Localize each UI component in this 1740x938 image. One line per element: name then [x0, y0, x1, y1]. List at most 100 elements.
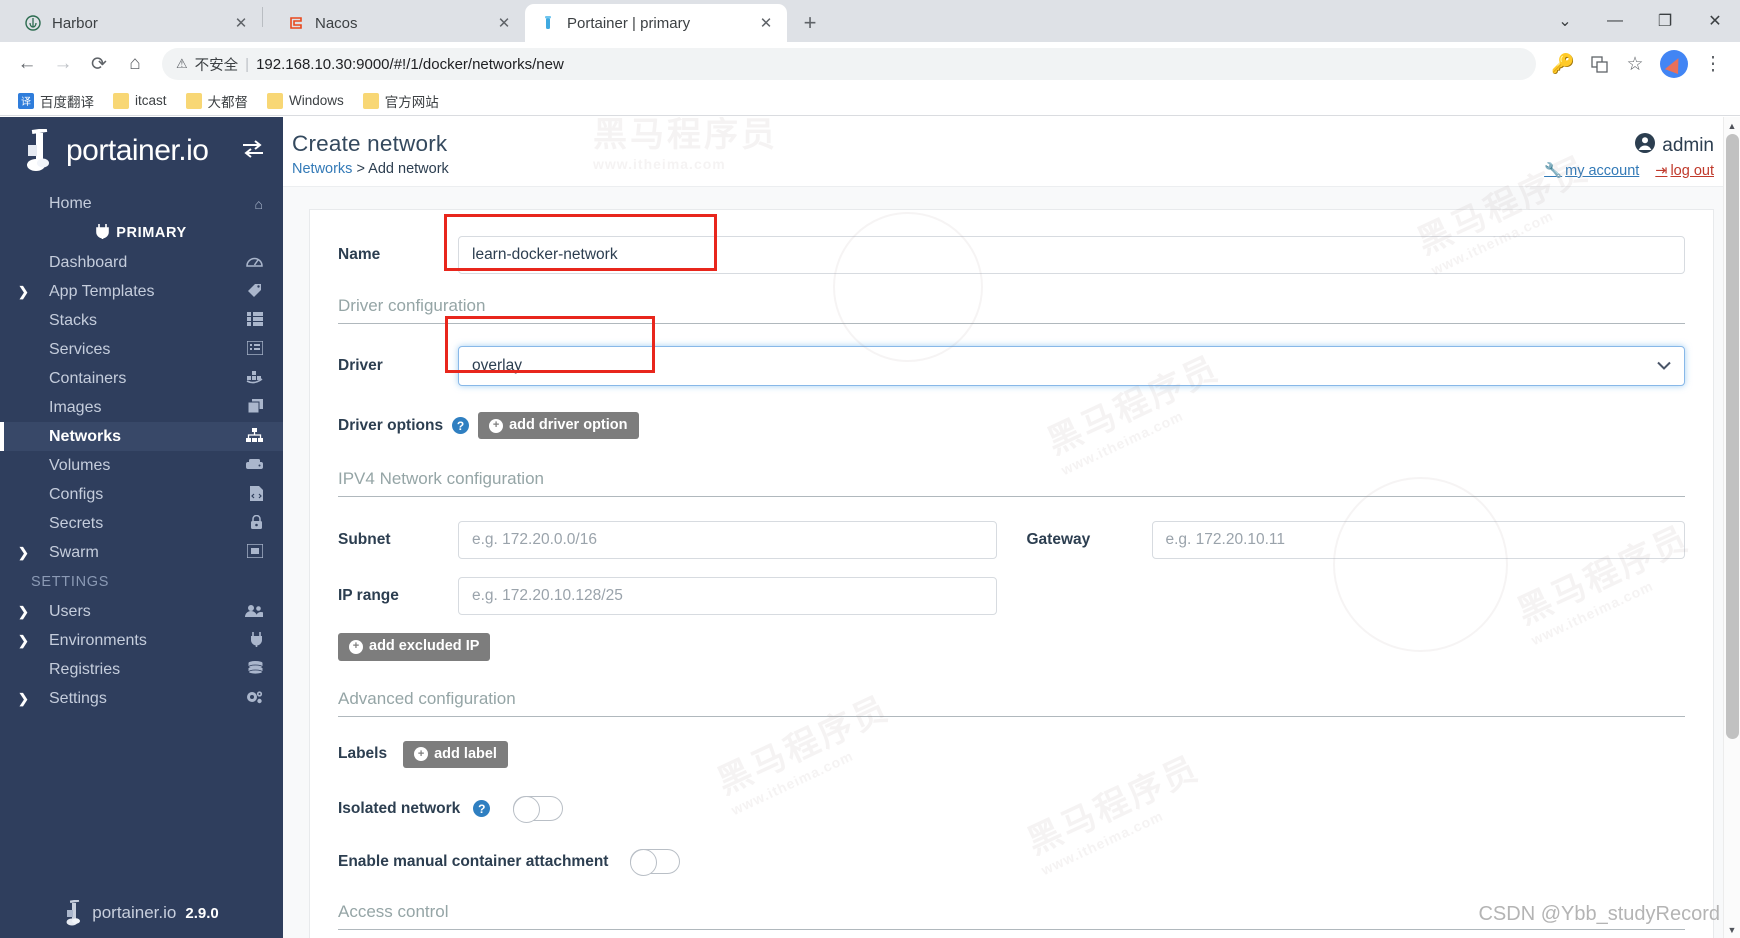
driver-select-wrapper: overlay — [458, 346, 1685, 386]
help-icon[interactable]: ? — [473, 800, 491, 818]
translate-icon[interactable] — [1582, 47, 1616, 81]
sidebar-item-settings[interactable]: ❯ Settings — [0, 684, 283, 713]
driver-label: Driver — [338, 357, 383, 374]
add-label-button[interactable]: + add label — [403, 740, 508, 769]
isolated-network-toggle[interactable] — [513, 796, 564, 824]
sidebar-item-swarm[interactable]: ❯ Swarm — [0, 538, 283, 567]
driver-options-row: Driver options ? + add driver option — [338, 412, 1685, 440]
network-name-input[interactable] — [458, 236, 1685, 274]
bookmark-label: itcast — [135, 93, 167, 108]
profile-avatar[interactable] — [1660, 50, 1688, 78]
toggle-knob — [513, 796, 541, 824]
browser-menu-icon[interactable]: ⋮ — [1696, 47, 1730, 81]
bookmark-star-icon[interactable]: ☆ — [1618, 47, 1652, 81]
subnet-control — [458, 521, 997, 560]
ip-range-control — [458, 577, 997, 616]
gateway-input[interactable] — [1151, 521, 1685, 560]
sidebar-item-label: Settings — [49, 689, 107, 707]
sidebar-item-services[interactable]: Services — [0, 335, 283, 364]
sidebar-item-networks[interactable]: Networks — [0, 422, 283, 451]
add-driver-option-button[interactable]: + add driver option — [478, 412, 639, 440]
close-window-button[interactable]: ✕ — [1690, 0, 1740, 42]
page-header: Create network Networks > Add network ad… — [283, 117, 1740, 187]
services-icon — [241, 340, 264, 358]
ip-range-label: IP range — [338, 587, 399, 605]
window-controls: ⌄ — ❐ ✕ — [1540, 0, 1740, 42]
logout-link[interactable]: ⇥ log out — [1655, 163, 1714, 179]
sidebar-item-dashboard[interactable]: Dashboard — [0, 248, 283, 277]
bookmark-item[interactable]: itcast — [105, 90, 175, 112]
browser-tab-harbor[interactable]: Harbor ✕ — [0, 4, 262, 42]
sidebar-version: 2.9.0 — [185, 904, 219, 922]
page-scrollbar[interactable]: ▲ ▼ — [1723, 117, 1740, 938]
driver-select[interactable]: overlay — [458, 346, 1685, 386]
name-control — [458, 236, 1685, 274]
sidebar-item-registries[interactable]: Registries — [0, 655, 283, 684]
sidebar-section-settings: SETTINGS — [31, 574, 110, 590]
sidebar-primary-endpoint[interactable]: PRIMARY — [0, 218, 283, 248]
bookmark-item[interactable]: 大都督 — [178, 88, 257, 114]
chevron-right-icon: ❯ — [18, 690, 29, 706]
new-tab-button[interactable]: + — [793, 6, 827, 40]
url-text: 192.168.10.30:9000/#!/1/docker/networks/… — [256, 55, 564, 73]
advanced-configuration-section-title: Advanced configuration — [338, 689, 1685, 717]
sidebar-item-containers[interactable]: Containers — [0, 364, 283, 393]
close-tab-icon[interactable]: ✕ — [493, 12, 515, 34]
tab-title: Portainer | primary — [567, 14, 691, 32]
add-excluded-ip-button[interactable]: + add excluded IP — [338, 633, 491, 661]
collapse-sidebar-icon[interactable] — [241, 140, 265, 162]
sidebar: portainer.io Home ⌂ PRIMARY Dashboard ❯ … — [0, 117, 283, 938]
bookmark-item[interactable]: 官方网站 — [355, 88, 447, 114]
manual-attachment-toggle[interactable] — [630, 849, 681, 877]
tab-search-icon[interactable]: ⌄ — [1540, 0, 1590, 42]
manual-attachment-label: Enable manual container attachment — [338, 852, 609, 870]
back-button[interactable]: ← — [10, 47, 44, 81]
ip-range-input[interactable] — [458, 577, 997, 616]
breadcrumb-separator: > — [356, 161, 365, 177]
plus-icon: + — [349, 640, 363, 655]
close-tab-icon[interactable]: ✕ — [230, 12, 252, 34]
sidebar-item-environments[interactable]: ❯ Environments — [0, 626, 283, 655]
breadcrumb-networks-link[interactable]: Networks — [292, 161, 352, 177]
maximize-button[interactable]: ❐ — [1640, 0, 1690, 42]
gear-icon — [241, 690, 263, 708]
sidebar-item-volumes[interactable]: Volumes — [0, 451, 283, 480]
browser-tab-portainer[interactable]: Portainer | primary ✕ — [525, 4, 787, 42]
folder-icon — [185, 92, 202, 109]
sidebar-item-stacks[interactable]: Stacks — [0, 306, 283, 335]
toolbar-right: 🔑 ☆ ⋮ — [1546, 47, 1730, 81]
browser-tab-nacos[interactable]: Nacos ✕ — [263, 4, 525, 42]
scrollbar-thumb[interactable] — [1726, 134, 1739, 739]
sidebar-item-label: Secrets — [49, 514, 104, 532]
address-bar[interactable]: ⚠ 不安全 | 192.168.10.30:9000/#!/1/docker/n… — [162, 48, 1536, 80]
forward-button[interactable]: → — [46, 47, 80, 81]
sidebar-item-images[interactable]: Images — [0, 393, 283, 422]
portainer-favicon-icon — [539, 14, 557, 32]
close-tab-icon[interactable]: ✕ — [755, 12, 777, 34]
plug-icon — [96, 223, 110, 243]
bookmark-item[interactable]: Windows — [259, 90, 352, 112]
driver-row: Driver overlay — [338, 346, 1685, 386]
help-icon[interactable]: ? — [452, 417, 470, 435]
add-label-label: add label — [434, 745, 497, 762]
sidebar-item-users[interactable]: ❯ Users — [0, 597, 283, 626]
bookmark-item[interactable]: 译 百度翻译 — [10, 88, 102, 114]
sidebar-item-home[interactable]: Home ⌂ — [0, 189, 283, 218]
minimize-button[interactable]: — — [1590, 0, 1640, 42]
scroll-up-arrow-icon[interactable]: ▲ — [1724, 117, 1740, 134]
sidebar-brand[interactable]: portainer.io — [0, 117, 283, 185]
sidebar-item-secrets[interactable]: Secrets — [0, 509, 283, 538]
subnet-input[interactable] — [458, 521, 997, 560]
sidebar-item-configs[interactable]: Configs — [0, 480, 283, 509]
my-account-link[interactable]: 🔧 my account — [1544, 162, 1639, 179]
chevron-down-icon — [1657, 359, 1671, 374]
reload-button[interactable]: ⟳ — [82, 47, 116, 81]
isolated-network-label: Isolated network — [338, 799, 461, 817]
password-key-icon[interactable]: 🔑 — [1546, 47, 1580, 81]
scroll-down-arrow-icon[interactable]: ▼ — [1724, 921, 1740, 938]
browser-toolbar: ← → ⟳ ⌂ ⚠ 不安全 | 192.168.10.30:9000/#!/1/… — [0, 42, 1740, 86]
labels-row: Labels + add label — [338, 740, 1685, 769]
home-button[interactable]: ⌂ — [118, 47, 152, 81]
sidebar-item-app-templates[interactable]: ❯ App Templates — [0, 277, 283, 306]
database-icon — [241, 661, 263, 678]
